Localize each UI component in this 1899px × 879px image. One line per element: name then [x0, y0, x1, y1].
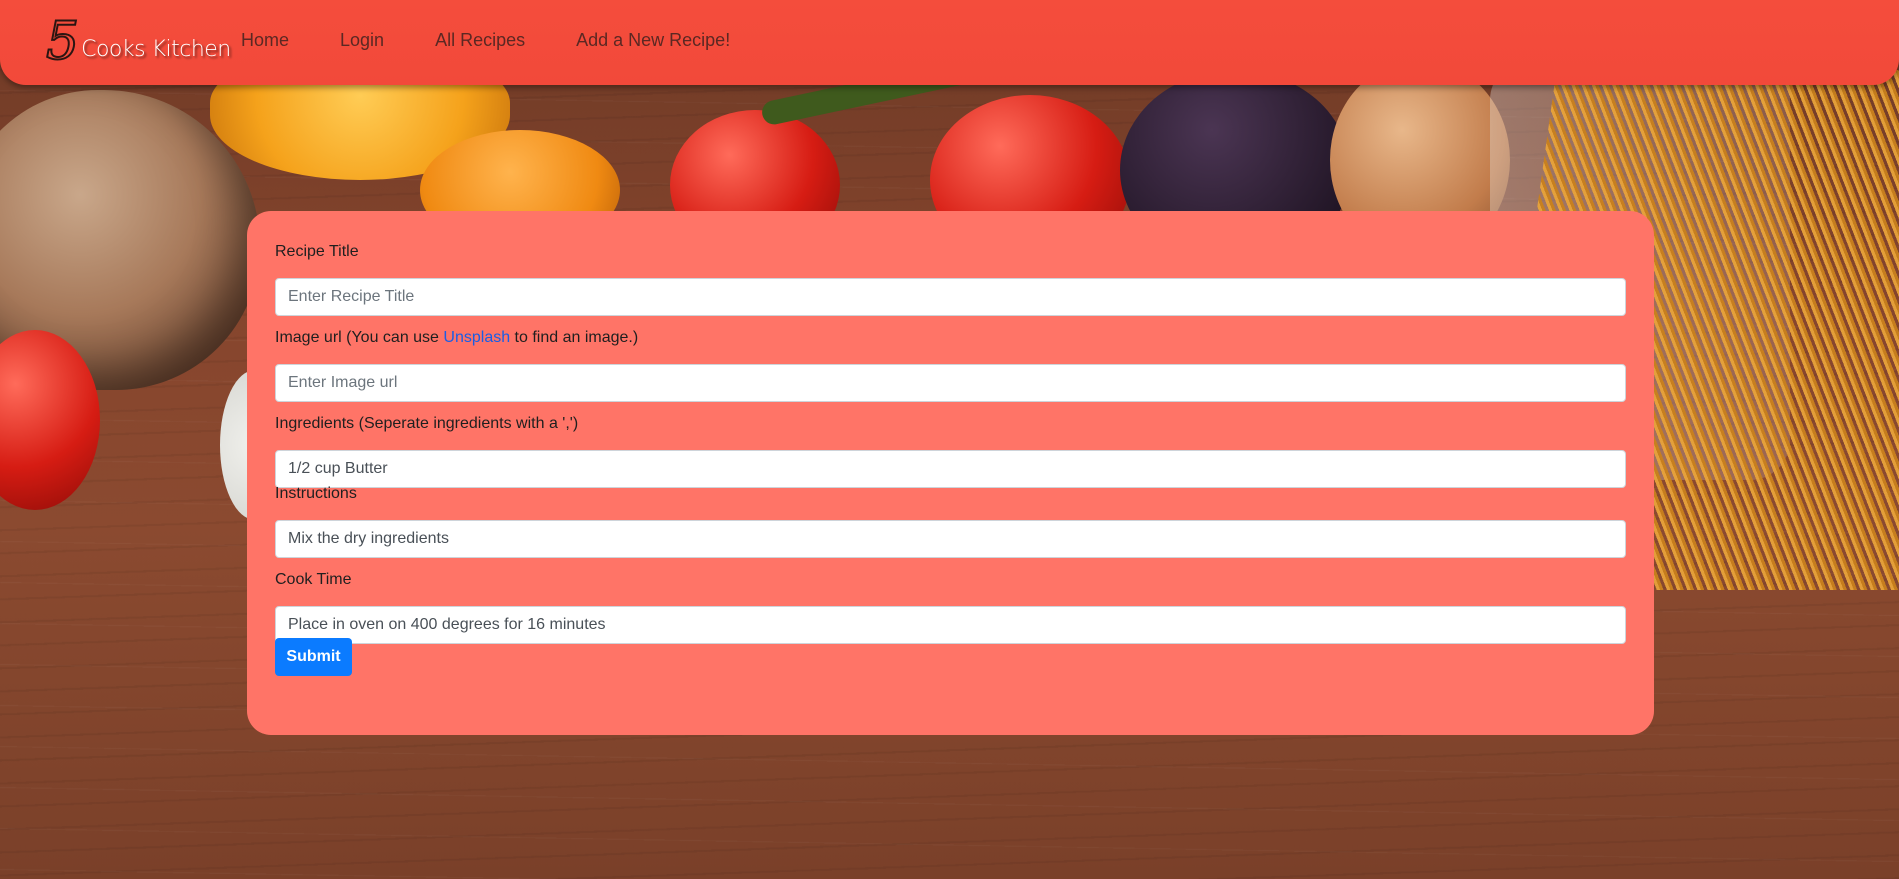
nav-all-recipes-link[interactable]: All Recipes	[435, 30, 525, 51]
brand-name: Cooks Kitchen	[81, 37, 231, 62]
nav-add-recipe-link[interactable]: Add a New Recipe!	[576, 30, 730, 51]
cook-time-group: Cook Time Place in oven on 400 degrees f…	[275, 569, 1626, 644]
unsplash-link[interactable]: Unsplash	[443, 329, 510, 346]
instructions-label: Instructions	[275, 485, 357, 502]
image-url-input[interactable]: Enter Image url	[275, 364, 1626, 402]
recipe-title-label: Recipe Title	[275, 243, 359, 260]
cook-time-label: Cook Time	[275, 571, 352, 588]
submit-button[interactable]: Submit	[275, 638, 352, 676]
image-url-label: Image url (You can use Unsplash to find …	[275, 327, 1626, 349]
ingredients-group: Ingredients (Seperate ingredients with a…	[275, 413, 1626, 488]
cook-time-input[interactable]: Place in oven on 400 degrees for 16 minu…	[275, 606, 1626, 644]
nav-login-link[interactable]: Login	[340, 30, 384, 51]
instructions-input[interactable]: Mix the dry ingredients	[275, 520, 1626, 558]
bread-image	[0, 90, 260, 390]
recipe-title-input[interactable]: Enter Recipe Title	[275, 278, 1626, 316]
nav-home-link[interactable]: Home	[241, 30, 289, 51]
tomato-image	[0, 330, 100, 510]
instructions-group: Instructions Mix the dry ingredients	[275, 483, 1626, 558]
navbar: 5 Cooks Kitchen Home Login All Recipes A…	[0, 0, 1899, 85]
nav-links: Home Login All Recipes Add a New Recipe!	[241, 30, 781, 51]
image-url-group: Image url (You can use Unsplash to find …	[275, 327, 1626, 402]
brand-logo[interactable]: 5 Cooks Kitchen	[45, 12, 231, 72]
image-url-label-prefix: Image url (You can use	[275, 329, 444, 346]
recipe-title-group: Recipe Title Enter Recipe Title	[275, 241, 1626, 316]
ingredients-label: Ingredients (Seperate ingredients with a…	[275, 415, 579, 432]
brand-number: 5	[45, 12, 80, 72]
recipe-form-card: Recipe Title Enter Recipe Title Image ur…	[247, 211, 1654, 735]
image-url-label-suffix: to find an image.)	[510, 329, 639, 346]
